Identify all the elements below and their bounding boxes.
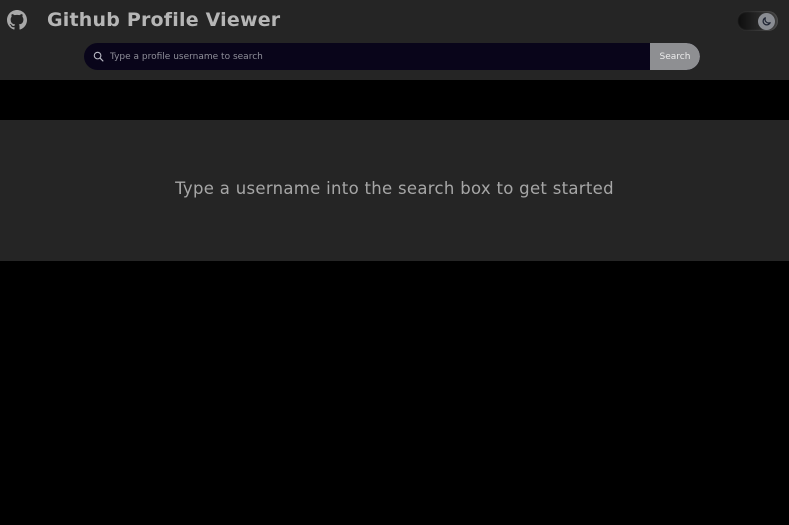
- theme-toggle[interactable]: [737, 11, 778, 31]
- search-button[interactable]: Search: [650, 43, 700, 70]
- app-root: Github Profile Viewer Search Type a user…: [0, 0, 789, 525]
- github-icon: [7, 10, 27, 30]
- moon-icon: [762, 17, 771, 26]
- search-input[interactable]: [110, 43, 646, 70]
- search-bar: Search: [84, 43, 700, 70]
- search-icon: [93, 51, 104, 62]
- top-header: Github Profile Viewer Search: [0, 0, 789, 80]
- app-title: Github Profile Viewer: [47, 9, 281, 31]
- results-panel: Type a username into the search box to g…: [0, 120, 789, 261]
- theme-toggle-knob: [758, 13, 775, 30]
- empty-state-message: Type a username into the search box to g…: [175, 179, 614, 198]
